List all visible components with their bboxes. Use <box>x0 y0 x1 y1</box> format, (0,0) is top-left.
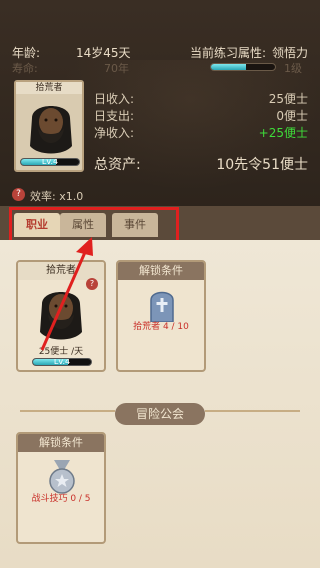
age-label: 年龄: <box>12 46 41 60</box>
total-assets-value: 10先令51便士 <box>216 157 308 173</box>
character-level: Lv.4 <box>41 158 59 166</box>
adventurer-guild-header: 冒险公会 <box>115 403 205 425</box>
net-income-label: 净收入: <box>94 126 135 140</box>
daily-expense-value: 0便士 <box>276 109 308 123</box>
locked-job-card[interactable]: 解锁条件 拾荒者 4 / 10 <box>116 260 206 372</box>
character-header: 年龄: 14岁45天 寿命: 70年 当前练习属性: 领悟力 1级 ⚜ 拾荒者 … <box>0 0 320 210</box>
unlock-condition-title: 解锁条件 <box>18 434 104 452</box>
scavenger-face-icon <box>40 292 82 340</box>
age-value: 14岁45天 <box>76 46 131 60</box>
divider-line-right <box>205 410 300 412</box>
job-level-bar: Lv.4 <box>32 358 92 366</box>
job-wage: 25便士 /天 <box>38 347 84 357</box>
medal-icon <box>49 460 75 494</box>
efficiency-text: 效率: x1.0 <box>30 190 84 203</box>
unlock-condition-title: 解锁条件 <box>118 262 204 280</box>
job-level: Lv.4 <box>53 358 71 366</box>
practice-attr-level: 1级 <box>284 62 302 75</box>
practice-attr-progress <box>210 63 276 71</box>
help-icon[interactable]: ? <box>12 188 25 201</box>
total-assets-label: 总资产: <box>94 157 141 173</box>
tombstone-icon <box>150 291 174 322</box>
unlock-requirement: 战斗技巧 0 / 5 <box>31 494 91 504</box>
life-label: 寿命: <box>12 62 38 75</box>
character-portrait[interactable]: ⚜ 拾荒者 Lv.4 <box>14 80 84 172</box>
practice-attr-label: 当前练习属性: <box>190 46 267 60</box>
character-name: 拾荒者 <box>16 82 82 94</box>
net-income-value: +25便士 <box>258 126 308 140</box>
job-info-icon[interactable]: ? <box>86 278 98 290</box>
life-value: 70年 <box>104 62 129 75</box>
daily-income-label: 日收入: <box>94 92 135 106</box>
scavenger-face-icon <box>30 106 72 154</box>
unlock-requirement: 拾荒者 4 / 10 <box>133 322 189 332</box>
practice-attr-progress-fill <box>211 64 247 70</box>
daily-expense-label: 日支出: <box>94 109 135 123</box>
locked-guild-card[interactable]: 解锁条件 战斗技巧 0 / 5 <box>16 432 106 544</box>
job-card-scavenger[interactable]: 拾荒者 ? 25便士 /天 Lv.4 <box>16 260 106 372</box>
divider-line-left <box>20 410 115 412</box>
daily-income-value: 25便士 <box>268 92 308 106</box>
practice-attr-value[interactable]: 领悟力 <box>272 44 308 61</box>
character-level-bar: Lv.4 <box>20 158 80 166</box>
